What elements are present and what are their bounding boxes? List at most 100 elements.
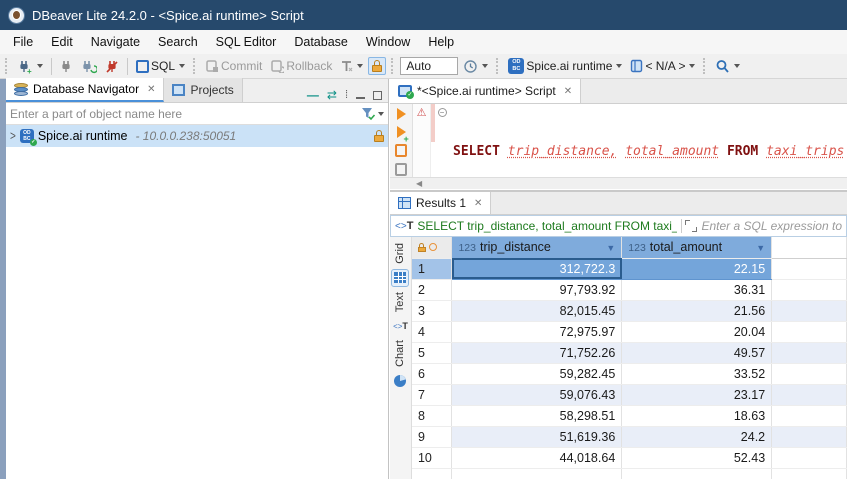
close-results-tab-icon[interactable]: ✕	[474, 198, 482, 209]
menu-window[interactable]: Window	[357, 32, 419, 52]
tab-projects-label: Projects	[190, 83, 233, 97]
database-navigator-panel: Database Navigator ✕ Projects — ⇄ ⁞ Ente…	[6, 79, 389, 479]
schema-icon	[630, 59, 643, 73]
tab-script-label: *<Spice.ai runtime> Script	[417, 84, 556, 98]
execute-new-tab-icon[interactable]: +	[397, 126, 406, 138]
execute-script-icon[interactable]	[395, 144, 407, 157]
menu-bar: File Edit Navigate Search SQL Editor Dat…	[0, 30, 847, 54]
script-icon[interactable]	[395, 163, 407, 176]
window-title: DBeaver Lite 24.2.0 - <Spice.ai runtime>…	[32, 8, 304, 23]
transaction-mode-button[interactable]	[337, 57, 366, 75]
collapse-all-icon[interactable]: —	[307, 88, 319, 102]
tab-chart-label[interactable]: Chart	[394, 340, 406, 367]
table-row[interactable]: 6 59,282.45 33.52	[412, 363, 847, 384]
table-row[interactable]: 7 59,076.43 23.17	[412, 384, 847, 405]
history-clock-icon	[463, 59, 478, 74]
maximize-panel-icon[interactable]	[373, 91, 382, 100]
search-icon	[715, 59, 730, 74]
grid-view-icon[interactable]	[391, 269, 409, 287]
sort-dropdown-icon[interactable]: ▼	[606, 243, 615, 253]
table-corner-cell[interactable]	[412, 237, 452, 258]
disconnect-button[interactable]	[102, 57, 122, 76]
connection-name: Spice.ai runtime	[38, 129, 128, 143]
text-view-icon[interactable]: <>T	[391, 317, 409, 335]
executed-query-text: SELECT trip_distance, total_amount FROM …	[417, 219, 676, 233]
tab-projects[interactable]: Projects	[164, 78, 242, 102]
object-filter-input[interactable]: Enter a part of object name here	[6, 103, 388, 125]
reconnect-button[interactable]	[78, 57, 100, 76]
commit-button[interactable]: Commit	[202, 57, 265, 75]
active-connection-selector[interactable]: ODBC Spice.ai runtime	[505, 56, 625, 76]
table-row[interactable]: 2 97,793.92 36.31	[412, 279, 847, 300]
connection-tree-item[interactable]: > ODBC✓ Spice.ai runtime - 10.0.0.238:50…	[6, 125, 388, 147]
table-row[interactable]: 8 58,298.51 18.63	[412, 405, 847, 426]
plug-plus-icon: +	[17, 59, 33, 74]
results-view-rail: Grid Text <>T Chart	[390, 237, 412, 479]
close-tab-icon[interactable]: ✕	[147, 84, 155, 95]
close-script-tab-icon[interactable]: ✕	[564, 86, 572, 97]
title-bar: DBeaver Lite 24.2.0 - <Spice.ai runtime>…	[0, 0, 847, 30]
active-schema-selector[interactable]: < N/A >	[627, 57, 698, 75]
connect-button[interactable]	[57, 57, 76, 76]
new-connection-button[interactable]: +	[14, 57, 46, 76]
execute-statement-icon[interactable]	[397, 108, 406, 120]
toolbar-drag-handle	[5, 58, 9, 74]
table-row[interactable]: 5 71,752.26 49.57	[412, 342, 847, 363]
code-folding-column: −	[435, 104, 449, 177]
commit-mode-combo[interactable]: Auto	[400, 57, 458, 75]
menu-sql-editor[interactable]: SQL Editor	[207, 32, 286, 52]
filter-funnel-icon[interactable]	[360, 106, 376, 121]
search-button[interactable]	[712, 57, 743, 76]
commit-icon	[205, 59, 219, 73]
sql-editor-button[interactable]: SQL	[133, 57, 188, 75]
results-grid-icon	[398, 197, 411, 209]
odbc-driver-icon: ODBC	[508, 58, 524, 74]
connection-lock-button[interactable]	[368, 57, 386, 75]
chart-view-icon[interactable]	[391, 372, 409, 390]
menu-search[interactable]: Search	[149, 32, 207, 52]
column-header-total-amount[interactable]: 123total_amount▼	[622, 237, 772, 258]
rollback-button[interactable]: Rollback	[267, 57, 335, 75]
menu-database[interactable]: Database	[285, 32, 357, 52]
tab-results-1-label: Results 1	[416, 196, 466, 210]
filter-dropdown-caret[interactable]	[378, 112, 384, 116]
sort-dropdown-icon[interactable]: ▼	[756, 243, 765, 253]
sql-text-icon: <>T	[395, 220, 413, 232]
tab-script[interactable]: ✓ *<Spice.ai runtime> Script ✕	[390, 79, 581, 103]
tab-text-label[interactable]: Text	[394, 292, 406, 312]
view-menu-icon[interactable]: ⁞	[345, 89, 348, 101]
rollback-icon	[270, 59, 284, 73]
tree-expander-icon[interactable]: >	[10, 129, 16, 143]
projects-icon	[172, 84, 185, 96]
menu-navigate[interactable]: Navigate	[82, 32, 149, 52]
tab-grid-label[interactable]: Grid	[394, 243, 406, 264]
table-row[interactable]: 9 51,619.36 24.2	[412, 426, 847, 447]
table-row[interactable]: 1 312,722.3 22.15	[412, 258, 847, 279]
fold-collapse-icon[interactable]: −	[438, 108, 447, 117]
plug-refresh-icon	[81, 59, 97, 74]
table-row[interactable]: 4 72,975.97 20.04	[412, 321, 847, 342]
readonly-result-lock-icon	[418, 243, 426, 252]
tab-database-navigator-label: Database Navigator	[33, 82, 139, 96]
minimize-panel-icon[interactable]	[356, 91, 365, 99]
tab-results-1[interactable]: Results 1 ✕	[390, 192, 491, 214]
readonly-lock-icon	[374, 130, 384, 142]
table-row[interactable]: 3 82,015.45 21.56	[412, 300, 847, 321]
link-with-editor-icon[interactable]: ⇄	[327, 88, 337, 102]
sql-bracket-icon	[136, 60, 149, 73]
table-row[interactable]: 10 44,018.64 52.43	[412, 447, 847, 468]
menu-file[interactable]: File	[4, 32, 42, 52]
results-table: 123trip_distance▼ 123total_amount▼ 1 312…	[412, 237, 847, 479]
sql-code-area[interactable]: SELECT trip_distance, total_amount FROM …	[449, 104, 847, 177]
tab-database-navigator[interactable]: Database Navigator ✕	[6, 78, 164, 102]
svg-text:+: +	[27, 67, 32, 74]
sql-expression-input[interactable]: Enter a SQL expression to	[701, 219, 842, 233]
table-header-row: 123trip_distance▼ 123total_amount▼	[412, 237, 847, 258]
transaction-log-button[interactable]	[460, 57, 491, 76]
menu-edit[interactable]: Edit	[42, 32, 82, 52]
menu-help[interactable]: Help	[419, 32, 463, 52]
column-header-trip-distance[interactable]: 123trip_distance▼	[452, 237, 622, 258]
expand-filter-icon[interactable]	[685, 220, 697, 232]
main-toolbar: + SQL Commit Rollback Auto ODBC Spice.	[0, 54, 847, 79]
results-filter-bar: <>T SELECT trip_distance, total_amount F…	[390, 215, 847, 237]
